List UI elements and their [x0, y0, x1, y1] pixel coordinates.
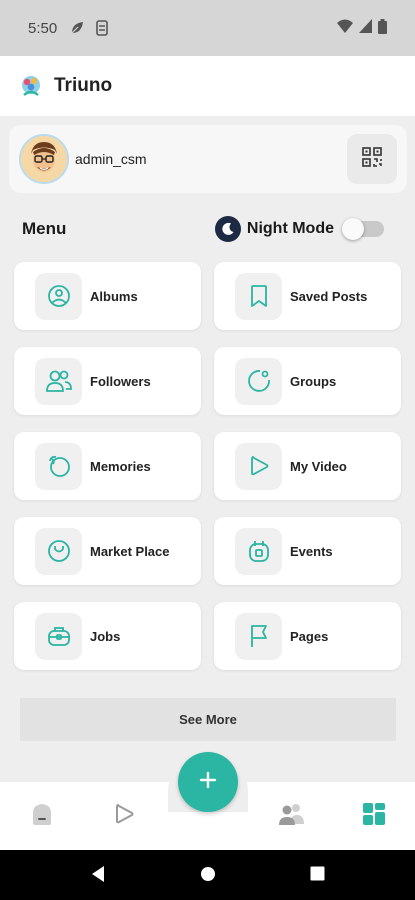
tile-jobs[interactable]: Jobs: [14, 602, 201, 670]
tile-label: Jobs: [90, 628, 121, 644]
battery-icon: [378, 18, 387, 38]
recents-button[interactable]: [308, 866, 326, 886]
shopping-bag-icon: [35, 527, 82, 575]
nav-videos[interactable]: [106, 798, 142, 834]
signal-icon: [359, 19, 372, 37]
tile-market-place[interactable]: Market Place: [14, 517, 201, 585]
tile-label: Followers: [90, 373, 151, 389]
tile-label: Albums: [90, 288, 138, 304]
sync-icon: [95, 20, 109, 36]
bookmark-icon: [235, 272, 282, 320]
menu-grid: Albums Saved Posts Followers Groups Memo…: [14, 262, 402, 670]
album-icon: [35, 272, 82, 320]
tile-groups[interactable]: Groups: [214, 347, 401, 415]
home-circle-icon: [200, 866, 216, 887]
app-header: Triuno: [0, 56, 415, 116]
menu-title: Menu: [22, 219, 67, 238]
toggle-knob: [342, 218, 364, 240]
play-icon: [111, 801, 137, 832]
app-title: Triuno: [54, 75, 113, 96]
see-more-button[interactable]: See More: [20, 698, 396, 741]
tile-saved-posts[interactable]: Saved Posts: [214, 262, 401, 330]
qr-code-icon: [362, 146, 382, 172]
system-navigation-bar: [0, 850, 415, 900]
home-icon: [29, 801, 55, 832]
tile-label: Pages: [290, 628, 329, 644]
night-mode-control: Night Mode: [214, 216, 384, 242]
flag-icon: [235, 612, 282, 660]
home-button[interactable]: [199, 866, 217, 887]
app-logo-icon: [18, 73, 44, 99]
back-triangle-icon: [90, 865, 106, 888]
tile-followers[interactable]: Followers: [14, 347, 201, 415]
profile-card[interactable]: admin_csm: [9, 125, 407, 193]
tile-albums[interactable]: Albums: [14, 262, 201, 330]
followers-icon: [35, 357, 82, 405]
wifi-icon: [337, 19, 353, 37]
play-icon: [235, 442, 282, 490]
username[interactable]: admin_csm: [75, 151, 147, 167]
nav-friends[interactable]: [273, 798, 309, 834]
tile-label: My Video: [290, 458, 347, 474]
friends-icon: [277, 801, 305, 832]
tile-memories[interactable]: Memories: [14, 432, 201, 500]
moon-icon: [214, 216, 241, 242]
tile-label: Memories: [90, 458, 151, 474]
back-button[interactable]: [89, 865, 107, 888]
nav-menu[interactable]: [356, 798, 392, 834]
status-time: 5:50: [28, 19, 58, 37]
create-post-button[interactable]: [178, 752, 238, 812]
tile-label: Market Place: [90, 543, 170, 559]
tile-my-video[interactable]: My Video: [214, 432, 401, 500]
menu-header: Menu Night Mode: [22, 214, 384, 244]
plus-icon: [198, 770, 218, 795]
tile-label: Events: [290, 543, 333, 559]
briefcase-icon: [35, 612, 82, 660]
groups-icon: [235, 357, 282, 405]
tile-label: Saved Posts: [290, 288, 368, 304]
dashboard-icon: [361, 801, 387, 832]
tile-events[interactable]: Events: [214, 517, 401, 585]
recents-square-icon: [310, 866, 325, 886]
tile-pages[interactable]: Pages: [214, 602, 401, 670]
nav-home[interactable]: [24, 798, 60, 834]
tile-label: Groups: [290, 373, 337, 389]
memories-icon: [35, 442, 82, 490]
night-mode-toggle[interactable]: [342, 218, 384, 240]
qr-code-button[interactable]: [347, 134, 397, 184]
status-bar: 5:50: [0, 0, 415, 56]
avatar[interactable]: [19, 134, 69, 184]
night-mode-label: Night Mode: [246, 220, 334, 237]
calendar-icon: [235, 527, 282, 575]
leaf-icon: [69, 20, 85, 36]
